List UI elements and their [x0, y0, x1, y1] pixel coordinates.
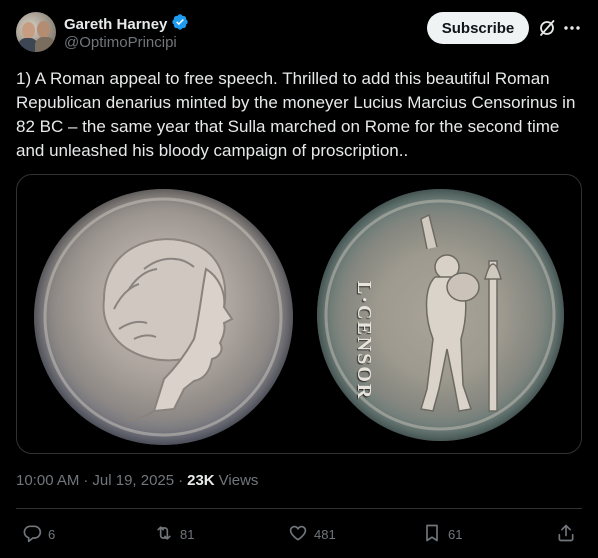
more-icon[interactable] — [562, 18, 582, 38]
meta-separator: · — [83, 472, 89, 489]
verified-badge-icon[interactable] — [171, 13, 189, 36]
share-button[interactable] — [556, 520, 576, 548]
tweet-time[interactable]: 10:00 AM — [16, 472, 79, 489]
bookmark-icon — [422, 523, 442, 546]
tweet-date[interactable]: Jul 19, 2025 — [92, 472, 174, 489]
repost-button[interactable]: 81 — [154, 520, 194, 548]
reply-count: 6 — [48, 526, 56, 542]
author-handle[interactable]: @OptimoPrincipi — [64, 34, 177, 51]
heart-icon — [288, 523, 308, 546]
views-count[interactable]: 23K — [187, 472, 215, 489]
bookmark-count: 61 — [448, 526, 463, 542]
reply-icon — [22, 523, 42, 546]
coin-legend-text: L·CENSOR — [353, 281, 375, 401]
action-bar: 6 81 481 61 — [16, 520, 582, 548]
meta-separator: · — [178, 472, 184, 489]
subscribe-button[interactable]: Subscribe — [427, 12, 529, 44]
tweet-text: 1) A Roman appeal to free speech. Thrill… — [16, 69, 576, 160]
tweet-header: Gareth Harney @OptimoPrincipi Subscribe — [16, 12, 582, 56]
avatar[interactable] — [16, 12, 56, 52]
author-name-row: Gareth Harney — [64, 13, 189, 36]
bookmark-button[interactable]: 61 — [422, 520, 462, 548]
grok-icon[interactable] — [537, 18, 557, 38]
like-count: 481 — [314, 526, 336, 542]
tweet-media[interactable]: L·CENSOR — [16, 174, 582, 454]
views-label: Views — [218, 472, 259, 489]
divider — [16, 508, 582, 509]
share-icon — [556, 523, 576, 546]
repost-icon — [154, 523, 174, 546]
reply-button[interactable]: 6 — [22, 520, 55, 548]
like-button[interactable]: 481 — [288, 520, 336, 548]
tweet-meta: 10:00 AM · Jul 19, 2025 · 23K Views — [16, 472, 258, 489]
author-display-name[interactable]: Gareth Harney — [64, 16, 167, 33]
repost-count: 81 — [180, 526, 195, 542]
coin-reverse-image: L·CENSOR — [317, 189, 564, 441]
coin-obverse-image — [34, 189, 293, 445]
